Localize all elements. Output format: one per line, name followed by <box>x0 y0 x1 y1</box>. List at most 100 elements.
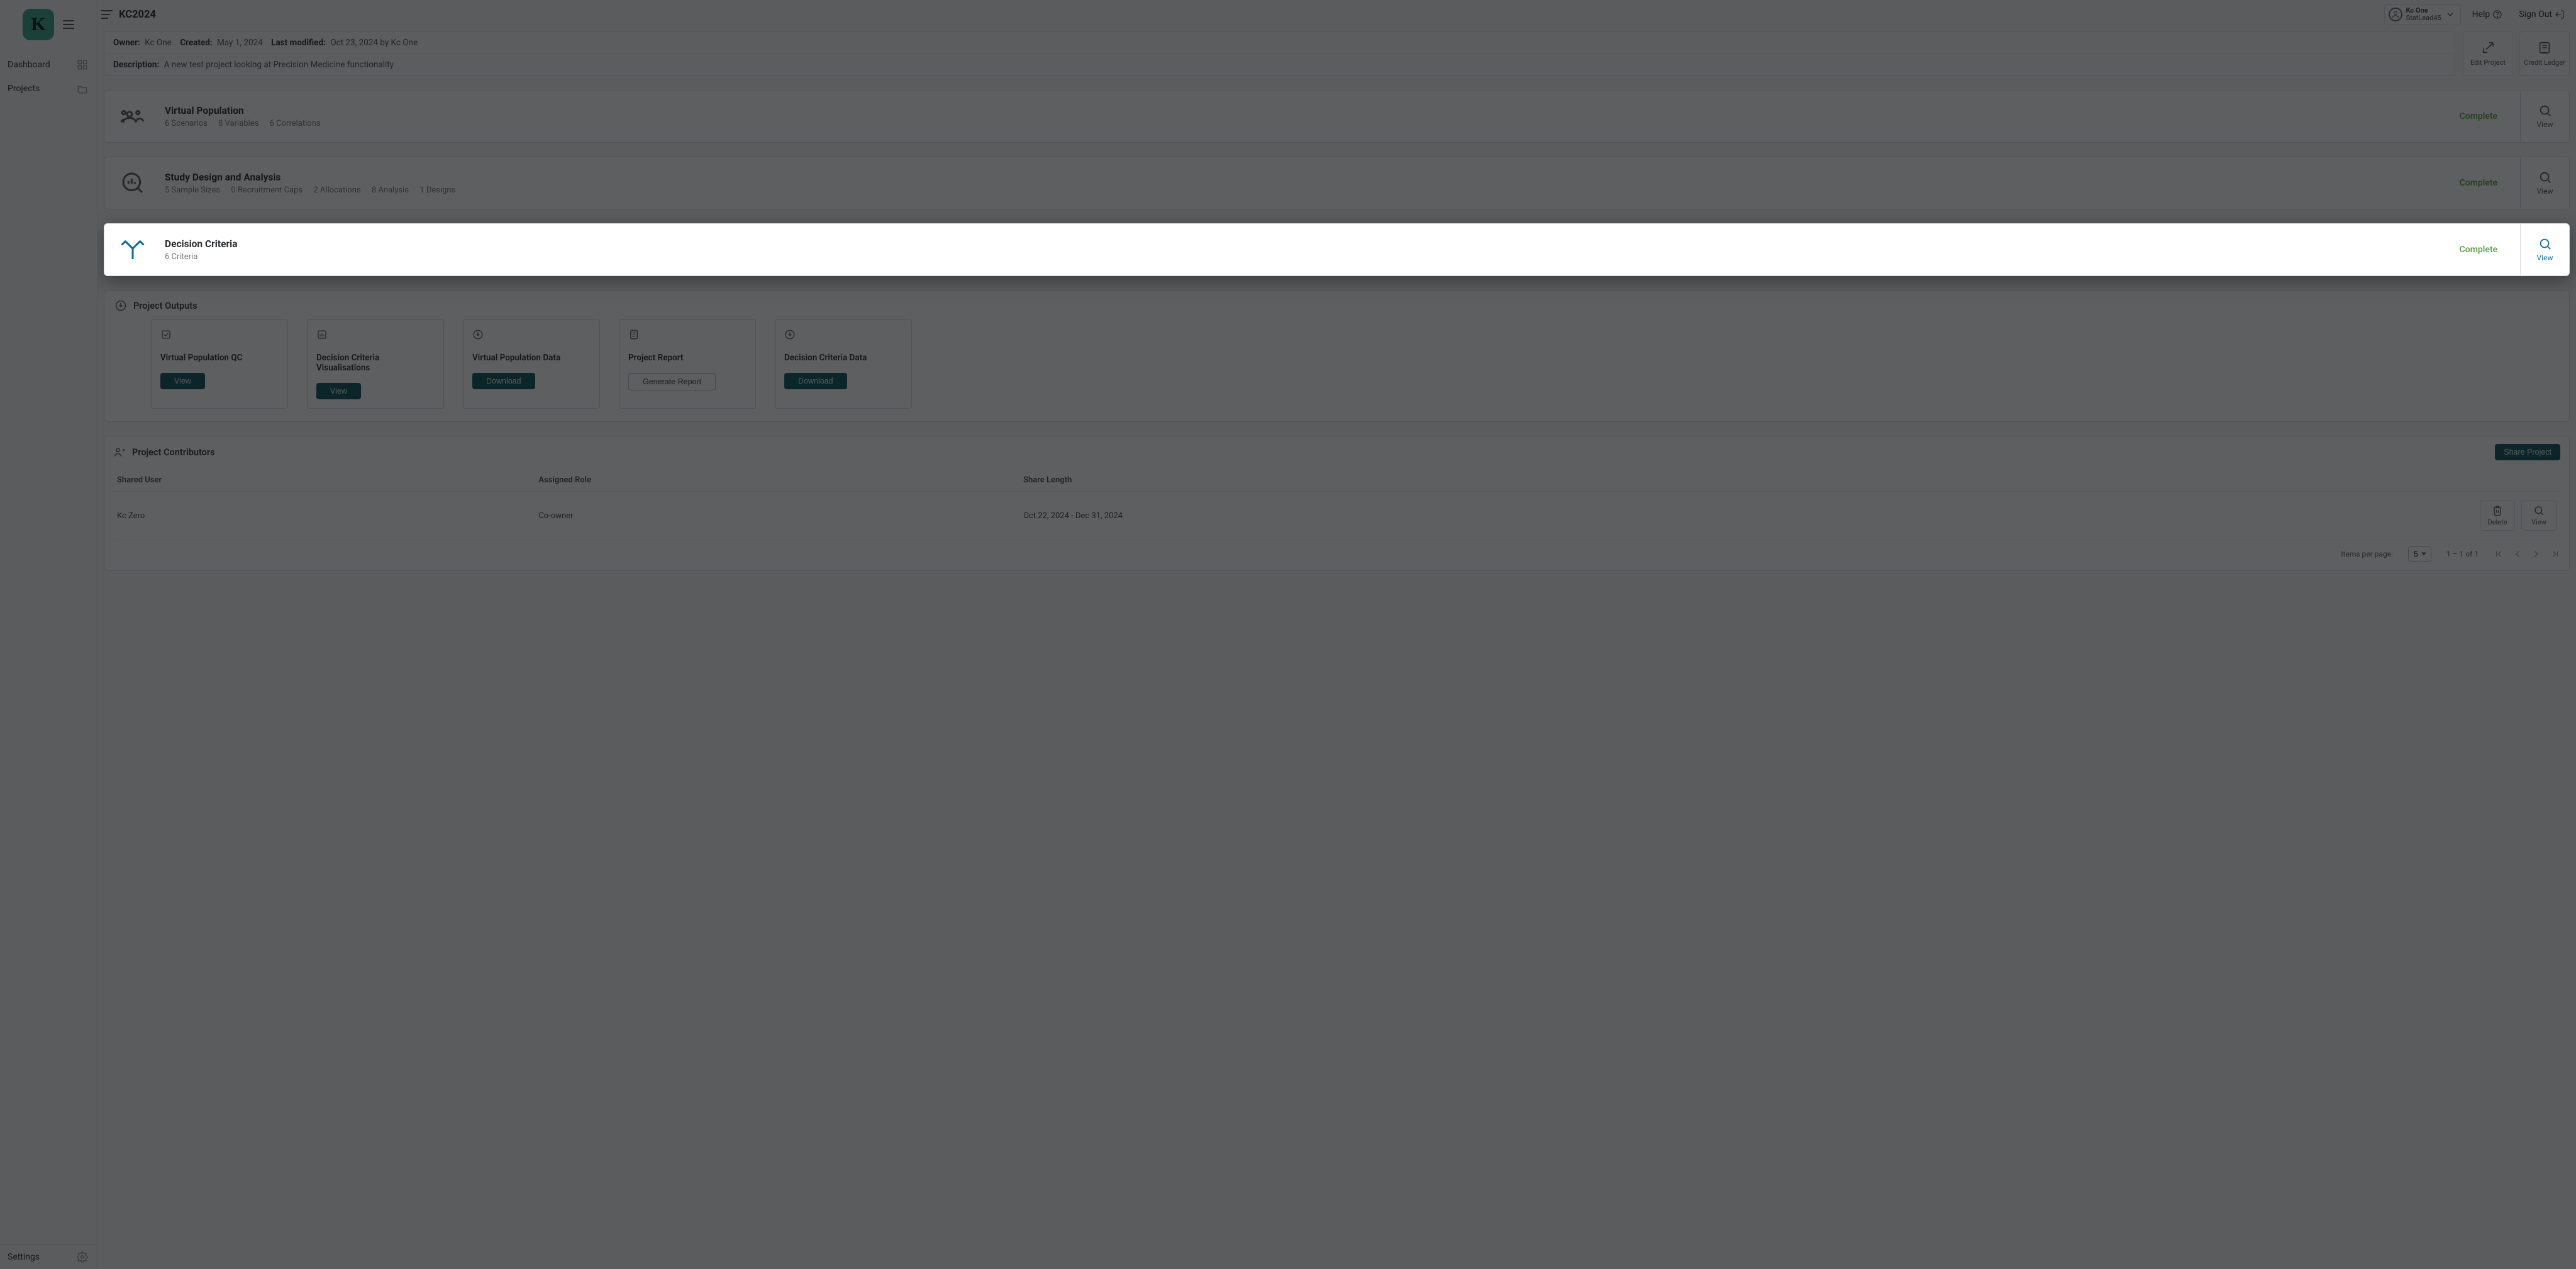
output-card-action-button[interactable]: Generate Report <box>628 373 716 391</box>
pager-last-button[interactable] <box>2550 549 2560 559</box>
meta-modified-value: Oct 23, 2024 by Kc One <box>330 38 418 48</box>
user-menu[interactable]: Kc One StatLead45 <box>2384 4 2461 24</box>
people-icon <box>118 102 147 131</box>
sidebar-item-settings[interactable]: Settings <box>0 1244 97 1269</box>
sidebar-nav: Dashboard Projects <box>0 49 97 101</box>
pager-range: 1 – 1 of 1 <box>2446 550 2479 558</box>
credit-ledger-button[interactable]: Credit Ledger <box>2519 31 2570 76</box>
help-button[interactable]: Help <box>2467 4 2508 24</box>
sidebar-item-projects[interactable]: Projects <box>0 77 97 101</box>
table-header: Shared User <box>113 469 535 492</box>
section-subtitle: 6 Scenarios 8 Variables 6 Correlations <box>165 119 330 128</box>
view-virtual-population-button[interactable]: View <box>2520 91 2569 142</box>
trash-icon <box>2492 505 2503 516</box>
meta-created-label: Created: <box>180 38 212 48</box>
folder-icon <box>77 83 88 94</box>
meta-modified-label: Last modified: <box>271 38 326 48</box>
meta-desc-label: Description: <box>113 60 159 70</box>
meta-owner-label: Owner: <box>113 38 140 48</box>
outputs-title: Project Outputs <box>133 301 197 311</box>
pager-first-button[interactable] <box>2494 549 2504 559</box>
main-area: KC2024 Kc One StatLead45 Help <box>97 0 2576 1269</box>
cell-share-length: Oct 22, 2024 - Dec 31, 2024 <box>1019 492 1881 540</box>
pager-prev-button[interactable] <box>2512 549 2523 559</box>
meta-created-value: May 1, 2024 <box>217 38 263 48</box>
table-header: Assigned Role <box>535 469 1019 492</box>
user-avatar-icon <box>2389 8 2402 21</box>
sidebar: K Dashboard Projects Settings <box>0 0 97 1269</box>
status-badge: Complete <box>2460 111 2506 121</box>
output-card: Decision Criteria DataDownload <box>775 319 912 409</box>
output-card-title: Project Report <box>628 353 747 363</box>
magnify-icon <box>2538 170 2552 184</box>
sidebar-item-label: Dashboard <box>8 60 50 70</box>
output-card: Decision Criteria VisualisationsView <box>307 319 444 409</box>
gear-icon <box>77 1251 88 1263</box>
section-subtitle: 6 Criteria <box>165 252 238 262</box>
output-card-action-button[interactable]: View <box>160 373 205 389</box>
output-card-action-button[interactable]: View <box>316 383 361 399</box>
share-project-button[interactable]: Share Project <box>2495 444 2560 460</box>
output-card-action-button[interactable]: Download <box>784 373 847 389</box>
app-logo: K <box>23 9 54 40</box>
table-pagination: Items per page: 5 1 – 1 of 1 <box>113 546 2560 562</box>
meta-owner-value: Kc One <box>145 38 172 48</box>
outputs-icon <box>114 299 127 312</box>
pager-next-button[interactable] <box>2531 549 2541 559</box>
view-study-design-button[interactable]: View <box>2520 157 2569 209</box>
output-card-icon <box>316 329 435 343</box>
pager-size-select[interactable]: 5 <box>2408 546 2431 562</box>
sidebar-item-label: Settings <box>8 1252 40 1262</box>
sidebar-item-label: Projects <box>8 84 40 94</box>
view-decision-criteria-button[interactable]: View <box>2520 224 2569 275</box>
user-name-block: Kc One StatLead45 <box>2406 7 2441 21</box>
magnify-icon <box>2538 237 2552 251</box>
contributors-icon <box>113 446 126 458</box>
signout-button[interactable]: Sign Out <box>2514 4 2570 24</box>
section-title: Study Design and Analysis <box>165 172 464 183</box>
project-contributors-panel: Project Contributors Share Project Share… <box>104 436 2570 571</box>
output-card-title: Virtual Population QC <box>160 353 279 363</box>
table-header <box>1881 469 2560 492</box>
brand-area: K <box>0 0 97 49</box>
ledger-icon <box>2538 41 2551 55</box>
status-badge: Complete <box>2460 245 2506 255</box>
analysis-icon <box>118 169 147 197</box>
section-study-design: Study Design and Analysis 5 Sample Sizes… <box>104 157 2570 209</box>
section-title: Virtual Population <box>165 105 330 116</box>
edit-project-button[interactable]: Edit Project <box>2463 31 2513 76</box>
page-menu-icon[interactable] <box>101 10 113 19</box>
magnify-icon <box>2533 505 2545 516</box>
contributors-table: Shared UserAssigned RoleShare Length Kc … <box>113 469 2560 540</box>
output-card-icon <box>628 329 747 343</box>
section-virtual-population: Virtual Population 6 Scenarios 8 Variabl… <box>104 90 2570 143</box>
output-card-action-button[interactable]: Download <box>472 373 535 389</box>
signout-icon <box>2555 9 2565 19</box>
row-view-button[interactable]: View <box>2521 501 2557 531</box>
section-subtitle: 5 Sample Sizes 0 Recruitment Caps 2 Allo… <box>165 186 464 195</box>
project-meta-bar: Owner: Kc One Created: May 1, 2024 Last … <box>104 31 2455 76</box>
cell-shared-user: Kc Zero <box>113 492 535 540</box>
chevron-down-icon <box>2445 9 2455 19</box>
branch-icon <box>118 235 147 264</box>
status-badge: Complete <box>2460 178 2506 188</box>
table-header: Share Length <box>1019 469 1881 492</box>
output-card-icon <box>160 329 279 343</box>
table-row: Kc ZeroCo-ownerOct 22, 2024 - Dec 31, 20… <box>113 492 2560 540</box>
output-card-icon <box>784 329 902 343</box>
magnify-icon <box>2538 104 2552 118</box>
section-decision-criteria: Decision Criteria 6 Criteria Complete Vi… <box>104 223 2570 276</box>
cell-assigned-role: Co-owner <box>535 492 1019 540</box>
output-card-title: Virtual Population Data <box>472 353 591 363</box>
meta-desc-value: A new test project looking at Precision … <box>164 60 394 70</box>
output-card: Virtual Population QC View <box>151 319 288 409</box>
output-card: Project Report Generate Report <box>619 319 756 409</box>
edit-icon <box>2481 41 2495 55</box>
collapse-sidebar-button[interactable] <box>63 20 74 29</box>
output-card-icon <box>472 329 591 343</box>
dashboard-icon <box>77 59 88 70</box>
output-card: Virtual Population Data Download <box>463 319 600 409</box>
row-delete-button[interactable]: Delete <box>2480 501 2515 531</box>
sidebar-item-dashboard[interactable]: Dashboard <box>0 53 97 77</box>
page-title: KC2024 <box>119 9 156 21</box>
